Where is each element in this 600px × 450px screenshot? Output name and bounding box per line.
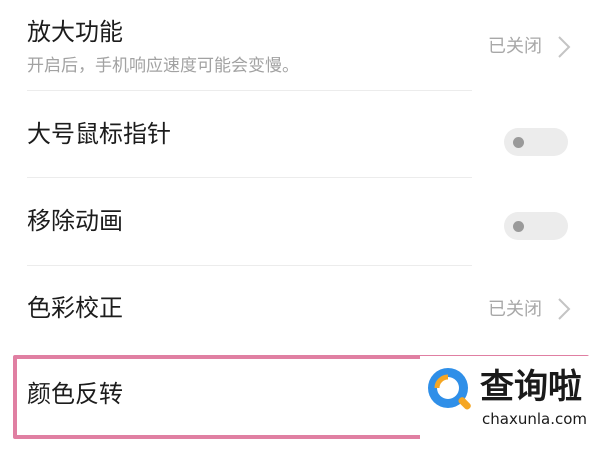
magnifier-logo-icon: [428, 368, 471, 410]
setting-row-magnify[interactable]: 放大功能 开启后，手机响应速度可能会变慢。 已关闭: [0, 0, 600, 90]
setting-title-remove-animation: 移除动画: [27, 207, 123, 235]
watermark-name: 查询啦: [480, 367, 582, 407]
setting-subtitle-magnify: 开启后，手机响应速度可能会变慢。: [27, 56, 299, 76]
accessibility-settings-screen: 放大功能 开启后，手机响应速度可能会变慢。 已关闭 大号鼠标指针 移除动画 色彩…: [0, 0, 600, 450]
chevron-right-icon: [558, 298, 571, 320]
setting-status-magnify: 已关闭: [488, 36, 542, 57]
remove-animation-toggle[interactable]: [504, 212, 568, 240]
watermark: 查询啦 chaxunla.com: [420, 356, 592, 442]
setting-row-remove-animation: 移除动画: [0, 178, 600, 264]
setting-status-color-correction: 已关闭: [488, 299, 542, 320]
setting-title-color-correction: 色彩校正: [27, 294, 123, 322]
large-pointer-toggle[interactable]: [504, 128, 568, 156]
watermark-domain: chaxunla.com: [482, 410, 587, 428]
setting-row-large-pointer: 大号鼠标指针: [0, 91, 600, 177]
toggle-knob: [513, 137, 524, 148]
setting-title-magnify: 放大功能: [27, 18, 123, 46]
setting-row-color-correction[interactable]: 色彩校正 已关闭: [0, 266, 600, 352]
toggle-knob: [513, 221, 524, 232]
setting-title-large-pointer: 大号鼠标指针: [27, 120, 171, 148]
chevron-right-icon: [558, 36, 571, 58]
